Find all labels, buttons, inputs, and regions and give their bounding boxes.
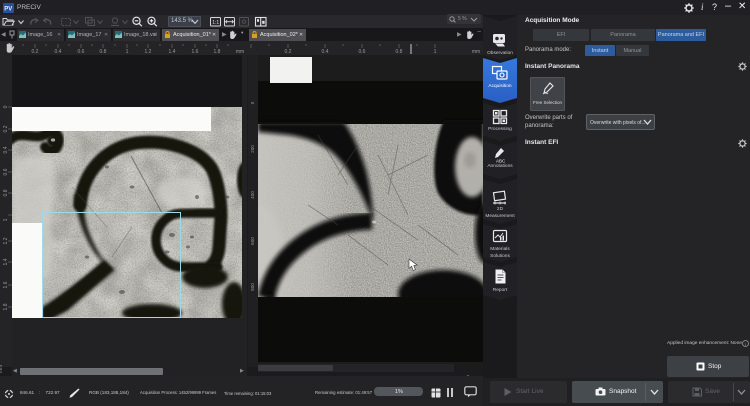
svg-text:1:1: 1:1 bbox=[212, 20, 219, 26]
svg-text:400: 400 bbox=[250, 191, 255, 199]
svg-text:0: 0 bbox=[250, 101, 255, 104]
svg-text:800: 800 bbox=[250, 283, 255, 291]
svg-text:200: 200 bbox=[250, 145, 255, 153]
svg-text:PV: PV bbox=[4, 7, 12, 13]
svg-text:ABC: ABC bbox=[496, 159, 506, 164]
svg-text:1: 1 bbox=[3, 218, 9, 221]
svg-text:i: i bbox=[745, 343, 747, 348]
svg-text:600: 600 bbox=[250, 237, 255, 245]
